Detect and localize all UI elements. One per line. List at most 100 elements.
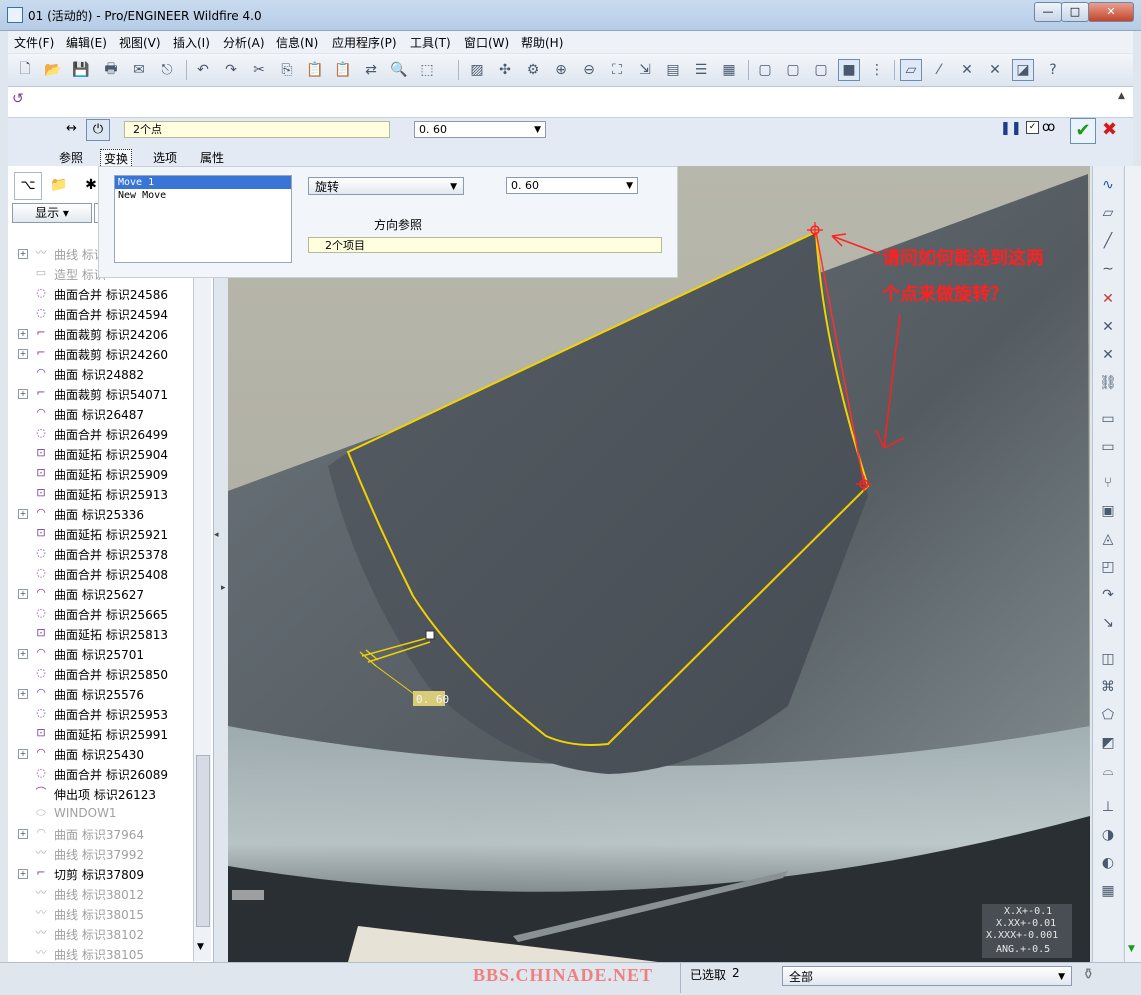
send-mail-icon[interactable]: ✉ bbox=[128, 59, 150, 81]
spin-center-icon[interactable]: ✣ bbox=[494, 59, 516, 81]
datum-planes-icon[interactable]: ▱ bbox=[900, 59, 922, 81]
tree-item[interactable]: ⊡ 曲面延拓 标识25991 bbox=[8, 724, 198, 744]
tree-item[interactable]: ◌ 曲面合并 标识24594 bbox=[8, 304, 198, 324]
tree-item[interactable]: ◌ 曲面合并 标识26089 bbox=[8, 764, 198, 784]
preview-checkbox[interactable]: ✓ bbox=[1026, 121, 1039, 134]
no-hidden-icon[interactable]: ▢ bbox=[810, 59, 832, 81]
tab-options[interactable]: 选项 bbox=[153, 149, 177, 166]
tab-references[interactable]: 参照 bbox=[59, 149, 83, 166]
datum-axis-icon[interactable]: ╱ bbox=[1097, 230, 1119, 252]
context-help-icon[interactable]: ? bbox=[1042, 59, 1064, 81]
tree-item[interactable]: ◌ 曲面合并 标识25665 bbox=[8, 604, 198, 624]
cut-icon[interactable]: ✂ bbox=[248, 59, 270, 81]
regenerate-icon[interactable]: ⇄ bbox=[360, 59, 382, 81]
tree-item[interactable]: + ◠ 曲面 标识37964 bbox=[8, 824, 198, 844]
refit-icon[interactable]: ⛶ bbox=[606, 59, 628, 81]
move-list[interactable]: Move 1 New Move bbox=[114, 175, 292, 263]
menu-applications[interactable]: 应用程序(P) bbox=[332, 34, 397, 51]
tree-item[interactable]: + ⌐ 曲面裁剪 标识24260 bbox=[8, 344, 198, 364]
tree-item[interactable]: ◌ 曲面合并 标识25378 bbox=[8, 544, 198, 564]
direction-reference-field[interactable]: 2个项目 bbox=[308, 237, 662, 253]
tree-item[interactable]: 〰曲线 标识38102 bbox=[8, 924, 198, 944]
confirm-icon[interactable]: ✔ bbox=[1070, 118, 1096, 144]
transform-type-select[interactable]: 旋转 ▼ bbox=[308, 177, 464, 195]
tree-item[interactable]: + ⌐ 切剪 标识37809 bbox=[8, 864, 198, 884]
menu-info[interactable]: 信息(N) bbox=[276, 34, 318, 51]
tree-item[interactable]: ⊡ 曲面延拓 标识25909 bbox=[8, 464, 198, 484]
model-viewport[interactable]: 请问如何能选到这两 个点来做旋转？ 0. 60 X.X+-0.1 X.XX+-0… bbox=[228, 166, 1090, 962]
expand-icon[interactable]: + bbox=[18, 249, 28, 259]
datum-points-icon[interactable]: ✕ bbox=[956, 59, 978, 81]
tree-item[interactable]: 〰曲线 标识37992 bbox=[8, 844, 198, 864]
rotate-icon[interactable]: ⏻ bbox=[86, 119, 110, 141]
layers-icon[interactable]: ☰ bbox=[690, 59, 712, 81]
scroll-down-icon[interactable]: ▼ bbox=[197, 942, 204, 952]
expand-icon[interactable]: + bbox=[18, 869, 28, 879]
minimize-button[interactable]: — bbox=[1034, 2, 1062, 22]
trim-icon[interactable]: ⊥ bbox=[1097, 796, 1119, 818]
expand-icon[interactable]: + bbox=[18, 829, 28, 839]
round-icon[interactable]: ↷ bbox=[1097, 584, 1119, 606]
menu-view[interactable]: 视图(V) bbox=[119, 34, 161, 51]
tree-item[interactable]: 〰曲线 标识38105 bbox=[8, 944, 198, 964]
find-icon[interactable]: 🔍 bbox=[388, 59, 410, 81]
analysis-point-icon[interactable]: ✕ bbox=[1097, 344, 1119, 366]
menu-analysis[interactable]: 分析(A) bbox=[223, 34, 265, 51]
zoom-out-icon[interactable]: ⊖ bbox=[578, 59, 600, 81]
tree-item[interactable]: ◌ 曲面合并 标识25850 bbox=[8, 664, 198, 684]
angle-combo[interactable]: 0. 60 ▼ bbox=[414, 121, 546, 138]
coordinate-systems-icon[interactable]: ✕ bbox=[984, 59, 1006, 81]
tree-item[interactable]: ⬭ WINDOW1 bbox=[8, 804, 198, 824]
expand-icon[interactable]: + bbox=[18, 509, 28, 519]
paste-special-icon[interactable]: 📋 bbox=[332, 59, 354, 81]
tree-item[interactable]: 〰曲线 标识38012 bbox=[8, 884, 198, 904]
expand-icon[interactable]: + bbox=[18, 689, 28, 699]
tree-item[interactable]: + ◠ 曲面 标识25430 bbox=[8, 744, 198, 764]
expand-icon[interactable]: + bbox=[18, 389, 28, 399]
revolve-icon[interactable]: ▣ bbox=[1097, 500, 1119, 522]
right-scrollbar[interactable]: ▼ bbox=[1124, 166, 1141, 962]
lights-icon[interactable]: ⚱ bbox=[1082, 965, 1095, 983]
expand-icon[interactable]: + bbox=[18, 589, 28, 599]
tree-item[interactable]: 〰曲线 标识38015 bbox=[8, 904, 198, 924]
send-link-icon[interactable]: ⎋ bbox=[156, 59, 178, 81]
datum-plane-icon[interactable]: ▱ bbox=[1097, 202, 1119, 224]
drag-handle[interactable] bbox=[425, 630, 435, 640]
print-icon[interactable]: 🖶 bbox=[100, 59, 122, 81]
tree-item[interactable]: + ◠ 曲面 标识25627 bbox=[8, 584, 198, 604]
reference-points-field[interactable]: 2个点 bbox=[124, 121, 390, 138]
tree-item[interactable]: + ⌐ 曲面裁剪 标识54071 bbox=[8, 384, 198, 404]
panel-angle-combo[interactable]: 0. 60 ▼ bbox=[506, 177, 638, 194]
draft-icon[interactable]: ⬠ bbox=[1097, 704, 1119, 726]
open-folder-icon[interactable]: 📂 bbox=[42, 59, 64, 81]
tree-item[interactable]: + ◠ 曲面 标识25576 bbox=[8, 684, 198, 704]
tree-item[interactable]: ⊡ 曲面延拓 标识25904 bbox=[8, 444, 198, 464]
folder-browser-tab-icon[interactable]: 📁 bbox=[46, 172, 72, 198]
graphics-area[interactable]: 请问如何能选到这两 个点来做旋转？ 0. 60 X.X+-0.1 X.XX+-0… bbox=[228, 166, 1090, 962]
reorient-icon[interactable]: ⇲ bbox=[634, 59, 656, 81]
tree-item[interactable]: ⊡ 曲面延拓 标识25813 bbox=[8, 624, 198, 644]
sketch-curve-icon[interactable]: ∿ bbox=[1097, 174, 1119, 196]
orient-mode-icon[interactable]: ⚙ bbox=[522, 59, 544, 81]
expand-icon[interactable]: + bbox=[18, 349, 28, 359]
style-icon[interactable]: ⌓ bbox=[1097, 760, 1119, 782]
glasses-icon[interactable]: ꝏ bbox=[1042, 120, 1055, 135]
select-box-icon[interactable]: ⬚ bbox=[416, 59, 438, 81]
mirror-icon[interactable]: ⌘ bbox=[1097, 676, 1119, 698]
expand-icon[interactable]: + bbox=[18, 649, 28, 659]
repaint-icon[interactable]: ▨ bbox=[466, 59, 488, 81]
save-icon[interactable]: 💾 bbox=[70, 59, 92, 81]
chamfer-icon[interactable]: ↘ bbox=[1097, 612, 1119, 634]
paste-geometry-icon[interactable]: ▭ bbox=[1097, 436, 1119, 458]
view-manager-icon[interactable]: ▦ bbox=[718, 59, 740, 81]
redo-icon[interactable]: ↷ bbox=[220, 59, 242, 81]
menu-file[interactable]: 文件(F) bbox=[14, 34, 54, 51]
tree-item[interactable]: + ⌐ 曲面裁剪 标识24206 bbox=[8, 324, 198, 344]
cancel-icon[interactable]: ✖ bbox=[1102, 119, 1117, 140]
saved-views-icon[interactable]: ▤ bbox=[662, 59, 684, 81]
dimension-value[interactable]: 0. 60 bbox=[416, 693, 449, 706]
tree-item[interactable]: ◠ 曲面 标识24882 bbox=[8, 364, 198, 384]
expand-icon[interactable]: + bbox=[18, 749, 28, 759]
extrude-icon[interactable]: ⑂ bbox=[1097, 472, 1119, 494]
tree-scrollbar[interactable]: ▼ bbox=[193, 245, 211, 961]
